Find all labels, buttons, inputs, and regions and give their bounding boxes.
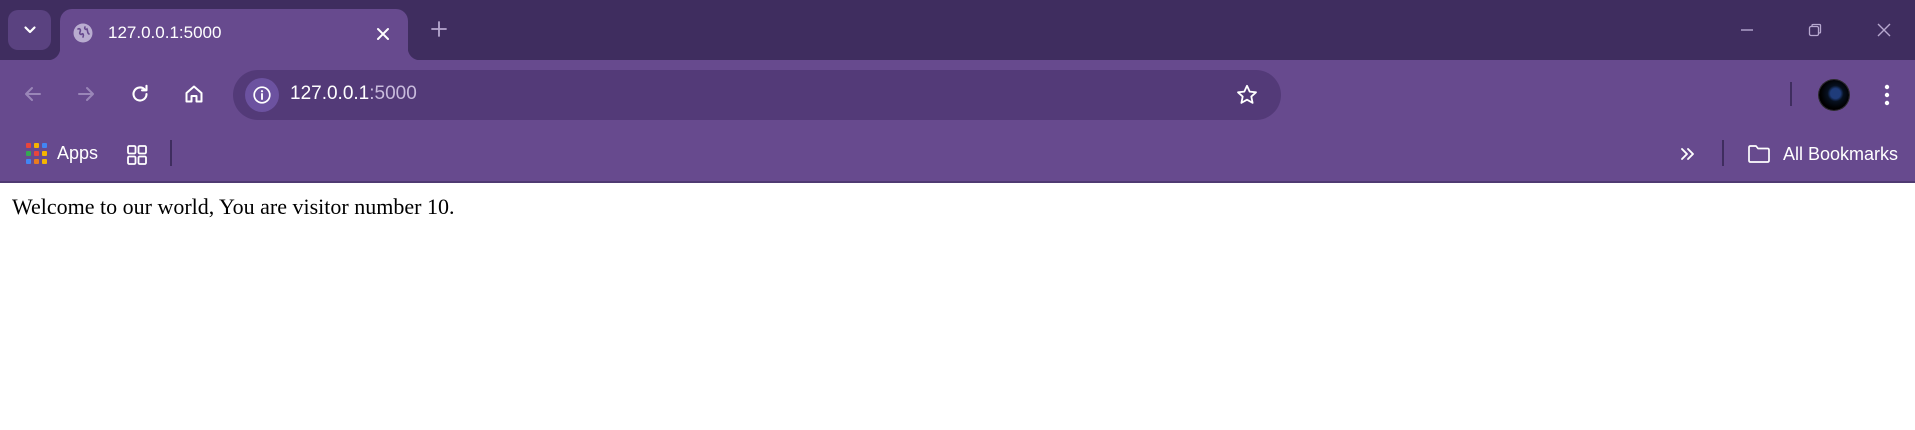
url-port: :5000 (369, 83, 417, 104)
bookmarks-divider (170, 140, 172, 166)
bookmarks-bar: Apps All Bookmarks (0, 128, 1915, 183)
back-button[interactable] (14, 75, 52, 113)
new-tab-button[interactable] (424, 14, 454, 44)
reload-icon (132, 84, 148, 102)
home-button[interactable] (175, 75, 213, 113)
restore-button[interactable] (1797, 12, 1833, 48)
tab-groups-icon (127, 145, 147, 165)
globe-icon (73, 23, 93, 43)
profile-avatar[interactable] (1819, 80, 1849, 110)
close-icon (1877, 23, 1891, 37)
minimize-icon (1741, 29, 1753, 31)
site-info-button[interactable] (245, 78, 279, 112)
url-text[interactable]: 127.0.0.1:5000 (290, 83, 417, 105)
tab-close-button[interactable] (370, 21, 396, 47)
close-icon (377, 28, 389, 40)
tab-active[interactable]: 127.0.0.1:5000 (48, 9, 420, 60)
toolbar: 127.0.0.1:5000 (0, 60, 1915, 128)
apps-label: Apps (57, 142, 99, 163)
bookmarks-overflow-button[interactable] (1673, 139, 1703, 169)
plus-icon (431, 21, 447, 37)
url-host: 127.0.0.1 (290, 83, 370, 104)
chevron-down-icon (23, 26, 36, 34)
page-content: Welcome to our world, You are visitor nu… (0, 183, 1915, 430)
all-bookmarks-button[interactable]: All Bookmarks (1747, 138, 1898, 170)
info-icon (253, 86, 271, 104)
bookmarks-divider (1722, 140, 1724, 166)
star-icon (1237, 84, 1257, 104)
all-bookmarks-label: All Bookmarks (1783, 143, 1899, 164)
browser-menu-button[interactable] (1870, 78, 1904, 112)
tab-title: 127.0.0.1:5000 (108, 23, 222, 42)
tab-strip: 127.0.0.1:5000 (0, 0, 1915, 60)
arrow-right-icon (78, 87, 94, 101)
welcome-message: Welcome to our world, You are visitor nu… (12, 194, 455, 219)
minimize-button[interactable] (1729, 12, 1765, 48)
bookmark-apps[interactable]: Apps (26, 138, 98, 168)
browser-window: 127.0.0.1:5000 127.0.0.1:5000 Apps All B… (0, 0, 1915, 430)
toolbar-divider (1790, 82, 1792, 106)
bookmark-star-button[interactable] (1233, 81, 1261, 109)
restore-icon (1808, 23, 1822, 37)
home-icon (185, 85, 203, 103)
tab-search-button[interactable] (8, 10, 51, 50)
arrow-left-icon (25, 87, 41, 101)
kebab-menu-icon (1884, 84, 1890, 106)
tab-groups-button[interactable] (122, 140, 152, 170)
address-bar[interactable]: 127.0.0.1:5000 (233, 70, 1281, 120)
folder-icon (1748, 145, 1770, 163)
forward-button[interactable] (67, 75, 105, 113)
apps-grid-icon (26, 142, 47, 164)
reload-button[interactable] (121, 75, 159, 113)
double-chevron-right-icon (1681, 148, 1694, 160)
close-window-button[interactable] (1866, 12, 1902, 48)
